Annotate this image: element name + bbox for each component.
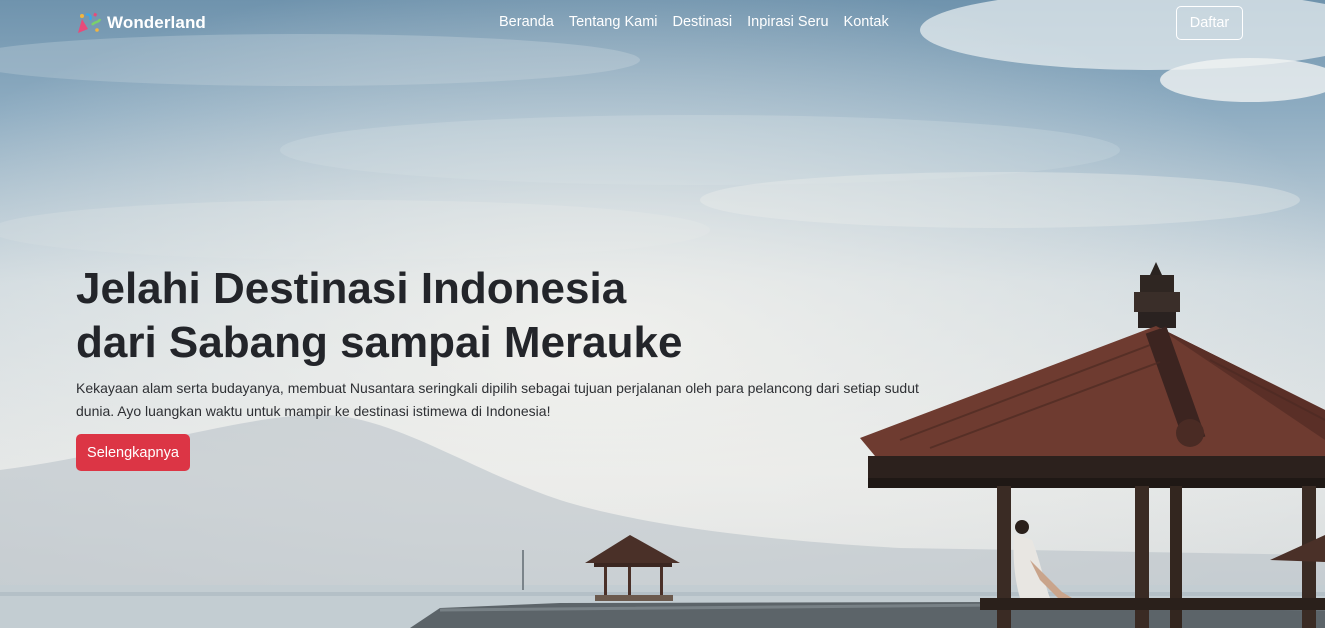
nav-link-inpirasi-seru[interactable]: Inpirasi Seru: [747, 14, 828, 30]
hero-title: Jelahi Destinasi Indonesia dari Sabang s…: [76, 262, 836, 370]
brand-name: Wonderland: [107, 13, 206, 32]
hero-title-line-1: Jelahi Destinasi Indonesia: [76, 264, 627, 313]
brand-link[interactable]: Wonderland: [76, 11, 206, 35]
hero-title-line-2: dari Sabang sampai Merauke: [76, 318, 683, 367]
nav-link-kontak[interactable]: Kontak: [844, 14, 889, 30]
nav-link-beranda[interactable]: Beranda: [499, 14, 554, 30]
hero-description: Kekayaan alam serta budayanya, membuat N…: [76, 380, 919, 419]
nav-link-destinasi[interactable]: Destinasi: [673, 14, 733, 30]
main-nav: Beranda Tentang Kami Destinasi Inpirasi …: [499, 14, 889, 30]
read-more-button[interactable]: Selengkapnya: [76, 434, 190, 471]
confetti-logo-icon: [78, 12, 102, 33]
signup-button[interactable]: Daftar: [1176, 6, 1243, 40]
navbar: Wonderland Beranda Tentang Kami Destinas…: [0, 0, 1325, 46]
nav-link-tentang-kami[interactable]: Tentang Kami: [569, 14, 658, 30]
